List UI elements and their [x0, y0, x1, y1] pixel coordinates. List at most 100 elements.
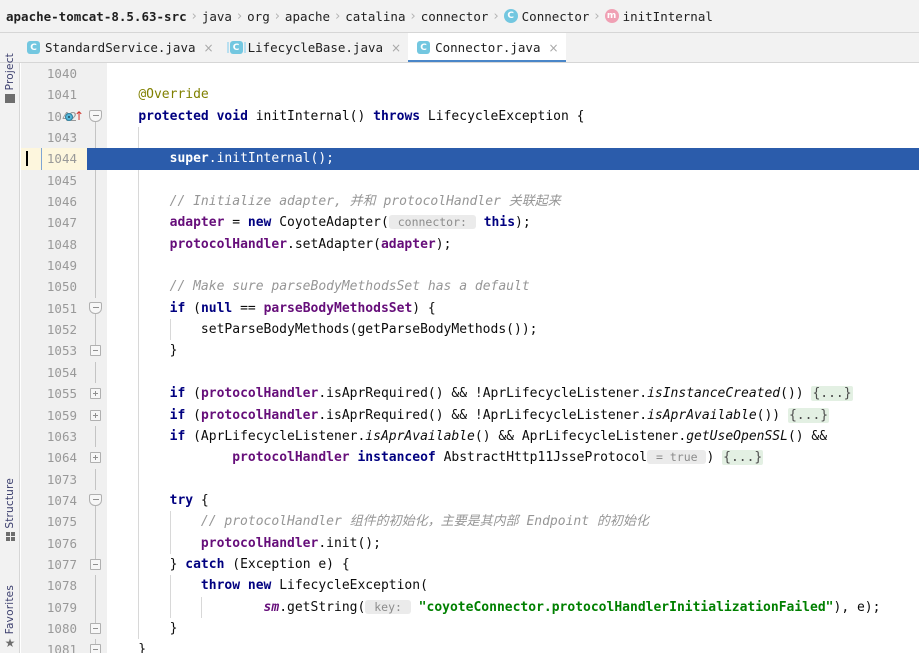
code-line[interactable]: 1048 protocolHandler.setAdapter(adapter)…	[21, 233, 919, 256]
code-line[interactable]: 1076 protocolHandler.init();	[21, 532, 919, 554]
fold-collapse-icon[interactable]	[89, 109, 102, 122]
code-token: "coyoteConnector.protocolHandlerInitiali…	[418, 599, 834, 615]
fold-region-line	[95, 169, 96, 192]
code-token: new	[247, 215, 272, 231]
code-line[interactable]: 1046 // Initialize adapter, 并和 protocolH…	[21, 191, 919, 213]
tab-label: StandardService.java	[45, 40, 196, 55]
fold-expand-icon[interactable]	[90, 388, 101, 400]
code-token: AbstractHttp11JsseProtocol	[435, 450, 648, 466]
breadcrumb-item-label: Connector	[521, 8, 590, 24]
code-line[interactable]: 1047 adapter = new CoyoteAdapter( connec…	[21, 212, 919, 234]
code-line[interactable]: 1081 }	[21, 639, 919, 653]
line-number: 1049	[46, 258, 77, 274]
code-line[interactable]: 1043	[21, 127, 919, 149]
line-number: 1048	[46, 236, 77, 252]
code-token: }	[107, 556, 186, 572]
gutter-markers[interactable]: ↑	[65, 108, 87, 126]
code-token: {...}	[787, 407, 830, 423]
code-line[interactable]: 1073	[21, 468, 919, 490]
fold-collapse-icon[interactable]	[90, 558, 101, 570]
code-token: protected	[138, 108, 209, 124]
code-line[interactable]: 1049	[21, 255, 919, 277]
fold-collapse-icon[interactable]	[90, 345, 101, 357]
code-line[interactable]: 1053 }	[21, 340, 919, 362]
close-icon[interactable]: ×	[391, 42, 401, 54]
breadcrumb-item-apache-tomcat-8-5-63-src[interactable]: apache-tomcat-8.5.63-src	[6, 9, 187, 24]
code-line[interactable]: 1052 setParseBodyMethods(getParseBodyMet…	[21, 319, 919, 341]
breadcrumb-item-apache[interactable]: apache	[285, 9, 330, 24]
code-line[interactable]: 1077 } catch (Exception e) {	[21, 553, 919, 576]
code-line[interactable]: 1050 // Make sure parseBodyMethodsSet ha…	[21, 276, 919, 298]
fold-column	[85, 319, 107, 341]
close-icon[interactable]: ×	[548, 42, 558, 54]
code-line[interactable]: 1064 protocolHandler instanceof Abstract…	[21, 447, 919, 469]
fold-region-line	[95, 511, 96, 533]
breadcrumb-item-connector[interactable]: C Connector	[503, 8, 590, 24]
code-token: sm	[263, 599, 280, 615]
breadcrumb-item-java[interactable]: java	[202, 9, 232, 24]
gutter: 1043	[21, 127, 85, 149]
tab-connector-java[interactable]: C Connector.java ×	[408, 33, 566, 62]
code-line[interactable]: 1045	[21, 169, 919, 192]
gutter: 1050	[21, 276, 85, 298]
code-text: if (AprLifecycleListener.isAprAvailable(…	[107, 426, 919, 447]
code-line[interactable]: 1078 throw new LifecycleException(	[21, 575, 919, 597]
code-line[interactable]: 1075 // protocolHandler 组件的初始化，主要是其内部 En…	[21, 511, 919, 533]
code-line[interactable]: 1040	[21, 63, 919, 85]
gutter: 1064	[21, 447, 85, 469]
code-line[interactable]: 1055 if (protocolHandler.isAprRequired()…	[21, 383, 919, 405]
fold-collapse-icon[interactable]	[89, 301, 102, 314]
code-line[interactable]: 1044 super.initInternal();	[21, 148, 919, 170]
code-line[interactable]: 1041 @Override	[21, 84, 919, 106]
tab-standardservice-java[interactable]: C StandardService.java ×	[18, 33, 221, 62]
fold-collapse-icon[interactable]	[90, 622, 101, 634]
code-line[interactable]: 1059 if (protocolHandler.isAprRequired()…	[21, 404, 919, 426]
breadcrumb-item-label: catalina	[345, 8, 406, 24]
code-token: new	[247, 578, 272, 594]
breadcrumb-item-initinternal[interactable]: m initInternal	[604, 9, 713, 24]
code-token: (Exception e) {	[224, 556, 350, 572]
code-line[interactable]: 1063 if (AprLifecycleListener.isAprAvail…	[21, 425, 919, 448]
code-editor[interactable]: 1040 1041 @Override 1042 ↑ protected void i…	[21, 63, 919, 653]
sidebar-item-structure[interactable]: Structure	[0, 478, 20, 541]
code-line[interactable]: 1042 ↑ protected void initInternal() thro…	[21, 105, 919, 128]
fold-collapse-icon[interactable]	[90, 644, 101, 653]
code-line[interactable]: 1079 sm.getString( key: "coyoteConnector…	[21, 596, 919, 618]
code-token: key:	[365, 599, 411, 614]
fold-expand-icon[interactable]	[90, 452, 101, 464]
code-token: CoyoteAdapter(	[271, 215, 389, 231]
fold-collapse-icon[interactable]	[89, 493, 102, 506]
code-text: setParseBodyMethods(getParseBodyMethods(…	[107, 319, 919, 340]
sidebar-item-project[interactable]: Project	[0, 53, 20, 104]
close-icon[interactable]: ×	[204, 42, 214, 54]
tab-lifecyclebase-java[interactable]: C LifecycleBase.java ×	[221, 33, 409, 62]
code-line[interactable]: 1080 }	[21, 617, 919, 640]
line-number: 1053	[46, 343, 77, 359]
code-token: ())	[756, 407, 788, 423]
code-line[interactable]: 1051 if (null == parseBodyMethodsSet) {	[21, 297, 919, 320]
code-line[interactable]: 1074 try {	[21, 489, 919, 512]
code-line[interactable]: 1054	[21, 361, 919, 384]
override-arrow-icon[interactable]: ↑	[74, 110, 84, 122]
fold-column	[85, 532, 107, 554]
line-number: 1051	[46, 300, 77, 316]
breadcrumb-item-connector[interactable]: connector	[421, 9, 489, 24]
gutter: 1077	[21, 553, 85, 576]
fold-expand-icon[interactable]	[90, 409, 101, 421]
code-token: // Initialize adapter, 并和 protocolHandle…	[169, 194, 561, 210]
fold-region-line	[95, 212, 96, 234]
line-number: 1055	[46, 386, 77, 402]
breadcrumb-item-org[interactable]: org	[247, 9, 270, 24]
fold-region-line	[95, 255, 96, 277]
breakpoint-icon[interactable]	[65, 112, 73, 121]
breadcrumb-item-catalina[interactable]: catalina	[345, 9, 405, 24]
sidebar-item-favorites[interactable]: Favorites ★	[0, 585, 20, 649]
